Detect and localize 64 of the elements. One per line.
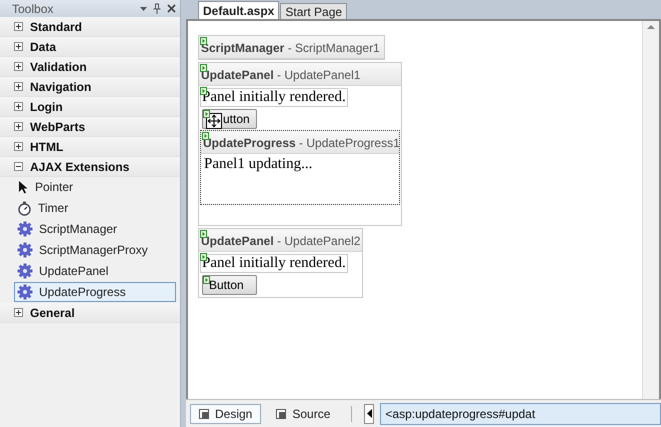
smart-tag-icon[interactable] [203,276,210,284]
back-button[interactable] [364,404,374,424]
toolbox-group[interactable]: WebParts [0,117,180,137]
control-label: ScriptManager - ScriptManager1 [201,41,380,55]
expand-icon[interactable] [14,22,23,31]
document-tab[interactable]: Start Page [280,3,348,19]
toolbox-group[interactable]: Validation [0,57,180,77]
expand-icon[interactable] [14,42,23,51]
toolbox-item[interactable]: Timer [14,198,176,218]
smart-tag-icon[interactable] [203,110,210,118]
expand-icon[interactable] [14,102,23,111]
gear-icon [17,242,33,258]
smart-tag-icon[interactable] [200,37,207,45]
document-tab[interactable]: Default.aspx [198,1,280,19]
control-label: UpdateProgress - UpdateProgress1 [203,136,400,150]
gear-icon [17,263,33,279]
gear-icon [17,221,33,237]
toolbox-item[interactable]: UpdatePanel [14,261,176,281]
stopwatch-icon [17,200,32,216]
expand-icon[interactable] [14,142,23,151]
toolbox-item[interactable]: ScriptManager [14,219,176,239]
control-header[interactable]: ScriptManager - ScriptManager1 [199,36,384,59]
toolbox-group[interactable]: Standard [0,17,180,37]
control-header[interactable]: UpdatePanel - UpdatePanel2 [199,229,362,252]
toolbox-group[interactable]: Navigation [0,77,180,97]
button-control[interactable]: Button [202,275,257,295]
control-header[interactable]: UpdatePanel - UpdatePanel1 [199,63,401,86]
expand-icon[interactable] [14,82,23,91]
toolbox-group[interactable]: Data [0,37,180,57]
smart-tag-icon[interactable] [202,132,209,140]
panel-title: Toolbox [12,2,54,16]
scroll-up-icon[interactable] [647,25,655,29]
collapse-icon[interactable] [14,162,23,171]
expand-icon[interactable] [14,308,23,317]
toolbox-item[interactable]: Pointer [14,177,176,197]
smart-tag-icon[interactable] [200,230,207,238]
smart-tag-icon[interactable] [200,64,207,72]
move-icon[interactable] [206,113,222,129]
control-label: UpdatePanel - UpdatePanel2 [201,234,360,248]
toolbox-group[interactable]: HTML [0,137,180,157]
toolbox-group[interactable]: AJAX Extensions [0,157,180,177]
toolbox-item[interactable]: UpdateProgress [14,282,176,302]
design-view-icon [199,408,209,418]
control-label: UpdatePanel - UpdatePanel1 [201,68,360,82]
scrollbar[interactable] [642,21,659,399]
tag-breadcrumb[interactable]: <asp:updateprogress#updat [380,402,661,424]
toolbox-item[interactable]: ScriptManagerProxy [14,240,176,260]
gear-icon [17,284,33,300]
button-control[interactable]: utton [202,109,257,129]
expand-icon[interactable] [14,122,23,131]
source-view-icon [276,408,286,418]
progress-text: Panel1 updating... [203,155,314,174]
dropdown-icon[interactable] [140,6,147,10]
update-progress-control[interactable]: UpdateProgress - UpdateProgress1 Panel1 updating... [200,130,400,205]
expand-icon[interactable] [14,62,23,71]
left-arrow-icon [366,409,372,418]
toolbox-group[interactable]: General [0,303,180,323]
toolbox-group[interactable]: Login [0,97,180,117]
view-tab[interactable]: Source [267,404,340,424]
close-icon[interactable] [167,4,176,13]
pointer-icon [17,180,29,194]
control-header[interactable]: UpdateProgress - UpdateProgress1 [201,131,399,154]
view-tab[interactable]: Design [190,404,262,424]
pin-icon[interactable] [153,3,161,14]
